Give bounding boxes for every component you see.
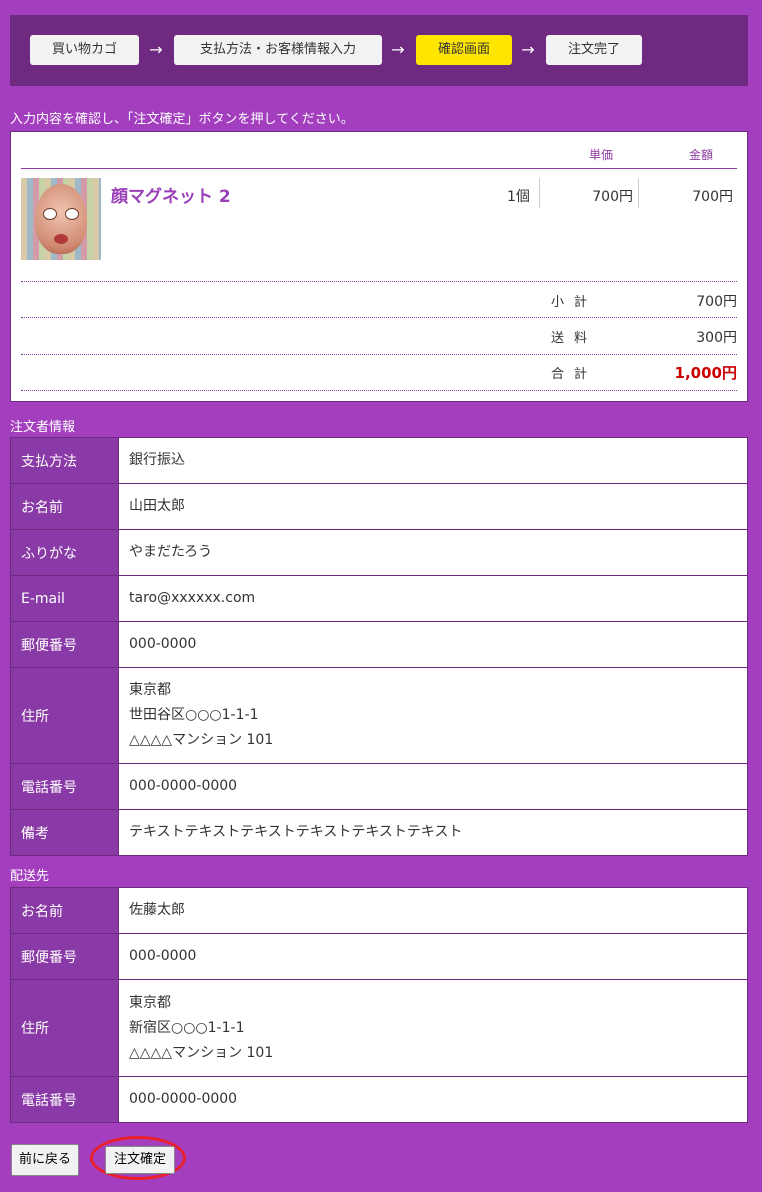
phone-label: 電話番号: [10, 763, 119, 810]
back-button[interactable]: 前に戻る: [11, 1144, 79, 1176]
product-name[interactable]: 顔マグネット 2: [111, 182, 231, 207]
table-row: 郵便番号 000-0000: [10, 621, 748, 668]
note-label: 備考: [10, 809, 119, 856]
shipping-label: 送料: [551, 331, 598, 346]
product-amount: 700円: [692, 189, 733, 205]
face-image: [35, 184, 87, 254]
shipping-dest-table: お名前 佐藤太郎 郵便番号 000-0000 住所 東京都 新宿区○○○1-1-…: [10, 887, 748, 1123]
dest-name-value: 佐藤太郎: [118, 887, 748, 934]
product-quantity: 1個: [507, 189, 530, 205]
zip-label: 郵便番号: [10, 621, 119, 668]
table-row: 電話番号 000-0000-0000: [10, 763, 748, 810]
address-line: 東京都: [129, 994, 171, 1011]
table-row: 住所 東京都 新宿区○○○1-1-1 △△△△マンション 101: [10, 979, 748, 1077]
confirm-order-button[interactable]: 注文確定: [105, 1146, 175, 1174]
table-row: お名前 山田太郎: [10, 483, 748, 530]
name-value: 山田太郎: [118, 483, 748, 530]
kana-label: ふりがな: [10, 529, 119, 576]
table-row: E-mail taro@xxxxxx.com: [10, 575, 748, 622]
payment-value: 銀行振込: [118, 437, 748, 484]
subtotal-label: 小計: [551, 295, 598, 310]
step-cart[interactable]: 買い物カゴ: [30, 35, 139, 65]
zip-value: 000-0000: [118, 621, 748, 668]
dest-name-label: お名前: [10, 887, 119, 934]
address-label: 住所: [10, 667, 119, 764]
step-complete: 注文完了: [546, 35, 642, 65]
table-row: 備考 テキストテキストテキストテキストテキストテキスト: [10, 809, 748, 856]
table-row: 支払方法 銀行振込: [10, 437, 748, 484]
dest-zip-label: 郵便番号: [10, 933, 119, 980]
shipping-dest-title: 配送先: [10, 869, 50, 884]
shipping-value: 300円: [696, 330, 737, 346]
checkout-steps: 買い物カゴ → 支払方法・お客様情報入力 → 確認画面 → 注文完了: [10, 15, 748, 86]
table-row: お名前 佐藤太郎: [10, 887, 748, 934]
step-arrow: →: [521, 40, 535, 59]
orderer-info-title: 注文者情報: [10, 420, 76, 435]
table-row: 郵便番号 000-0000: [10, 933, 748, 980]
amount-header: 金額: [688, 148, 713, 162]
payment-label: 支払方法: [10, 437, 119, 484]
address-line: 世田谷区○○○1-1-1: [129, 707, 259, 723]
orderer-info-table: 支払方法 銀行振込 お名前 山田太郎 ふりがな やまだたろう E-mail ta…: [10, 437, 748, 856]
address-line: △△△△マンション 101: [129, 732, 274, 748]
note-value: テキストテキストテキストテキストテキストテキスト: [118, 809, 748, 856]
cart-summary: 単価 金額 顔マグネット 2 1個 700円 700円 小計 700円 送料 3…: [10, 131, 748, 402]
email-label: E-mail: [10, 575, 119, 622]
step-arrow: →: [391, 40, 405, 59]
kana-value: やまだたろう: [118, 529, 748, 576]
step-confirm: 確認画面: [416, 35, 512, 65]
dest-phone-label: 電話番号: [10, 1076, 119, 1123]
instruction-text: 入力内容を確認し、「注文確定」ボタンを押してください。: [10, 112, 354, 127]
address-line: △△△△マンション 101: [129, 1044, 274, 1061]
phone-value: 000-0000-0000: [118, 763, 748, 810]
table-row: ふりがな やまだたろう: [10, 529, 748, 576]
table-row: 住所 東京都 世田谷区○○○1-1-1 △△△△マンション 101: [10, 667, 748, 764]
subtotal-value: 700円: [696, 294, 737, 310]
dest-phone-value: 000-0000-0000: [118, 1076, 748, 1123]
step-payment-info[interactable]: 支払方法・お客様情報入力: [174, 35, 382, 65]
table-row: 電話番号 000-0000-0000: [10, 1076, 748, 1123]
total-label: 合計: [551, 367, 598, 382]
address-value: 東京都 世田谷区○○○1-1-1 △△△△マンション 101: [118, 667, 748, 764]
email-value: taro@xxxxxx.com: [118, 575, 748, 622]
address-line: 東京都: [129, 682, 171, 698]
step-arrow: →: [149, 40, 163, 59]
product-thumbnail[interactable]: [21, 178, 101, 260]
total-value: 1,000円: [674, 364, 737, 382]
name-label: お名前: [10, 483, 119, 530]
dest-address-label: 住所: [10, 979, 119, 1077]
unit-price-header: 単価: [588, 148, 613, 162]
dest-zip-value: 000-0000: [118, 933, 748, 980]
address-line: 新宿区○○○1-1-1: [129, 1019, 245, 1036]
dest-address-value: 東京都 新宿区○○○1-1-1 △△△△マンション 101: [118, 979, 748, 1077]
cart-header: 単価 金額: [21, 146, 737, 169]
product-unit-price: 700円: [592, 189, 633, 205]
